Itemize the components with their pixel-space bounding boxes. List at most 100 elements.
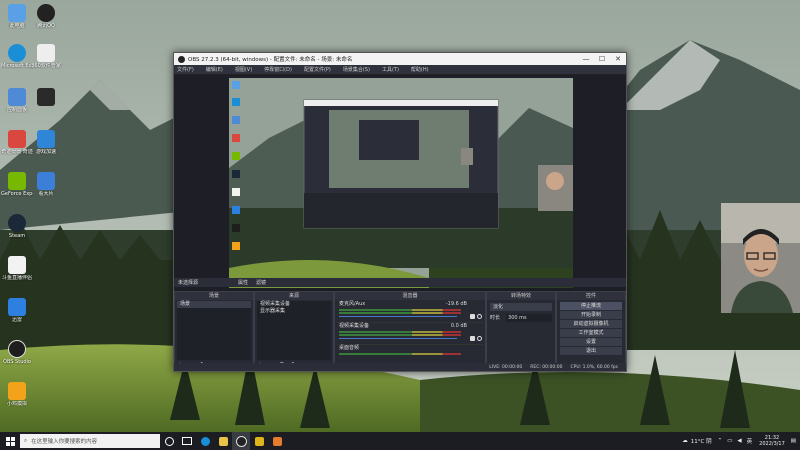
input-method[interactable]: 英 — [747, 437, 753, 445]
taskbar-app-yellow[interactable] — [250, 432, 268, 450]
weather-icon: ☁ — [682, 438, 688, 444]
weather-text[interactable]: 11°C 阴 — [691, 437, 712, 445]
sources-list[interactable]: 视频采集设备 显示器采集 — [257, 301, 331, 360]
clock-date: 2022/3/17 — [759, 441, 785, 447]
system-tray: ☁ 11°C 阴 ⌃ ▭ ◀ 英 21:32 2022/3/17 ▤ — [682, 432, 800, 450]
speaker-icon[interactable] — [470, 314, 475, 319]
video-player-icon — [37, 172, 55, 190]
start-virtual-camera-button[interactable]: 启动虚拟摄像机 — [560, 320, 622, 328]
obs-menubar: 文件(F) 编辑(E) 视图(V) 停靠窗口(D) 配置文件(P) 场景集合(S… — [174, 65, 626, 75]
clock[interactable]: 21:32 2022/3/17 — [759, 435, 785, 447]
preview-canvas[interactable] — [229, 78, 573, 297]
controls-list: 停止推流 开始录制 启动虚拟摄像机 工作室模式 设置 退出 — [557, 301, 625, 356]
taskbar-app-orange[interactable] — [268, 432, 286, 450]
webcam-overlay — [721, 203, 800, 313]
task-view-button[interactable] — [178, 432, 196, 450]
transition-select[interactable]: 淡化 — [490, 303, 552, 311]
desktop-icon-game[interactable]: 奇迹暖暖 奇迹 — [1, 130, 33, 155]
menu-view[interactable]: 视图(V) — [235, 66, 252, 73]
maximize-button[interactable]: ☐ — [594, 55, 610, 63]
menu-docks[interactable]: 停靠窗口(D) — [264, 66, 292, 73]
exit-button[interactable]: 退出 — [560, 347, 622, 355]
no-source-selected-label: 未选择源 — [178, 280, 199, 286]
gear-icon[interactable] — [477, 314, 482, 319]
obs-logo-icon — [178, 55, 185, 63]
chick-icon — [8, 382, 26, 400]
track-db: -19.6 dB — [445, 301, 467, 307]
volume-icon[interactable]: ◀ — [737, 438, 741, 444]
volume-slider[interactable] — [339, 316, 457, 317]
volume-meter — [339, 353, 461, 355]
software-manager-icon — [37, 44, 55, 62]
app-icon — [272, 436, 282, 446]
qq-penguin-icon — [37, 4, 55, 22]
desktop-icon-qq[interactable]: 腾讯QQ — [30, 4, 62, 29]
source-item-display-capture[interactable]: 显示器采集 — [257, 308, 331, 315]
edge-icon — [8, 44, 26, 62]
cortana-button[interactable] — [160, 432, 178, 450]
desktop-icon-accelerator[interactable]: 游戏加速 — [30, 130, 62, 155]
taskbar-obs[interactable] — [232, 432, 250, 450]
stop-streaming-button[interactable]: 停止推流 — [560, 302, 622, 310]
volume-slider[interactable] — [339, 338, 457, 339]
properties-button[interactable]: 属性 — [238, 279, 248, 286]
desktop-icon-geforce[interactable]: GeForce Experience — [1, 172, 33, 197]
app-icon — [37, 88, 55, 106]
scenes-list[interactable]: 场景 — [177, 301, 251, 360]
duration-input[interactable]: 300 ms — [506, 314, 552, 322]
obs-icon — [8, 340, 26, 358]
mixer-track-mic: 麦克风/Aux -19.6 dB — [337, 301, 483, 323]
obs-window-title: OBS 27.2.3 (64-bit, windows) - 配置文件: 未命名… — [188, 57, 353, 63]
desktop-icon-steam[interactable]: Steam — [1, 214, 33, 239]
network-icon[interactable]: ▭ — [727, 438, 732, 444]
close-button[interactable]: ✕ — [610, 55, 626, 63]
taskbar-search[interactable]: ⌕ 在这里输入你要搜索的内容 — [20, 434, 160, 448]
start-recording-button[interactable]: 开始录制 — [560, 311, 622, 319]
sources-dock-header: 来源 — [255, 292, 333, 300]
notification-icon[interactable]: ▤ — [791, 438, 796, 444]
desktop-icon-unnamed[interactable] — [30, 88, 62, 107]
menu-edit[interactable]: 编辑(E) — [206, 66, 223, 73]
desktop-icon-emulator[interactable]: 小鸡模拟 — [1, 382, 33, 407]
settings-button[interactable]: 设置 — [560, 338, 622, 346]
taskbar-explorer[interactable] — [214, 432, 232, 450]
start-button[interactable] — [0, 432, 20, 450]
obs-titlebar[interactable]: OBS 27.2.3 (64-bit, windows) - 配置文件: 未命名… — [174, 53, 626, 65]
volume-meter — [339, 331, 461, 333]
volume-meter — [339, 334, 461, 336]
desktop-icon-douyu[interactable]: 斗鱼直播伴侣 — [1, 256, 33, 281]
chevron-up-icon[interactable]: ⌃ — [718, 438, 723, 444]
desktop-icon-control-panel[interactable]: 控制面板 — [1, 88, 33, 113]
control-panel-icon — [8, 88, 26, 106]
filters-button[interactable]: 滤镜 — [256, 279, 266, 286]
desktop-icon-edge[interactable]: Microsoft Edge — [1, 44, 33, 69]
speaker-icon[interactable] — [470, 336, 475, 341]
volume-meter — [339, 312, 461, 314]
sources-dock: 来源 视频采集设备 显示器采集 + − ⚙ ⌃ ⌄ — [254, 291, 334, 371]
gear-icon[interactable] — [477, 336, 482, 341]
menu-file[interactable]: 文件(F) — [177, 66, 194, 73]
desktop-icon-xunlei[interactable]: 迅雷 — [1, 298, 33, 323]
desktop-icon-this-pc[interactable]: 此电脑 — [1, 4, 33, 29]
computer-icon — [8, 4, 26, 22]
menu-help[interactable]: 帮助(H) — [411, 66, 429, 73]
studio-mode-button[interactable]: 工作室模式 — [560, 329, 622, 337]
desktop-icon-360[interactable]: 360软件管家 — [30, 44, 62, 69]
steam-icon — [8, 214, 26, 232]
source-item-video-capture[interactable]: 视频采集设备 — [257, 301, 331, 308]
taskbar-edge[interactable] — [196, 432, 214, 450]
minimize-button[interactable]: — — [578, 55, 594, 63]
obs-window[interactable]: OBS 27.2.3 (64-bit, windows) - 配置文件: 未命名… — [173, 52, 627, 372]
duration-row: 时长 300 ms — [490, 314, 552, 322]
menu-tools[interactable]: 工具(T) — [382, 66, 399, 73]
folder-icon — [218, 436, 228, 446]
cpu-fps: CPU: 1.0%, 60.00 fps — [570, 364, 619, 370]
obs-status-bar: LIVE: 00:00:00 REC: 00:00:00 CPU: 1.0%, … — [174, 363, 626, 371]
desktop-icon-obs[interactable]: OBS Studio — [1, 340, 33, 365]
desktop-icon-video[interactable]: 看大片 — [30, 172, 62, 197]
live-timer: LIVE: 00:00:00 — [489, 364, 523, 370]
menu-scene-collection[interactable]: 场景集合(S) — [343, 66, 370, 73]
scene-item[interactable]: 场景 — [177, 301, 251, 308]
menu-profile[interactable]: 配置文件(P) — [304, 66, 331, 73]
transitions-dock-header: 转场特效 — [487, 292, 555, 300]
